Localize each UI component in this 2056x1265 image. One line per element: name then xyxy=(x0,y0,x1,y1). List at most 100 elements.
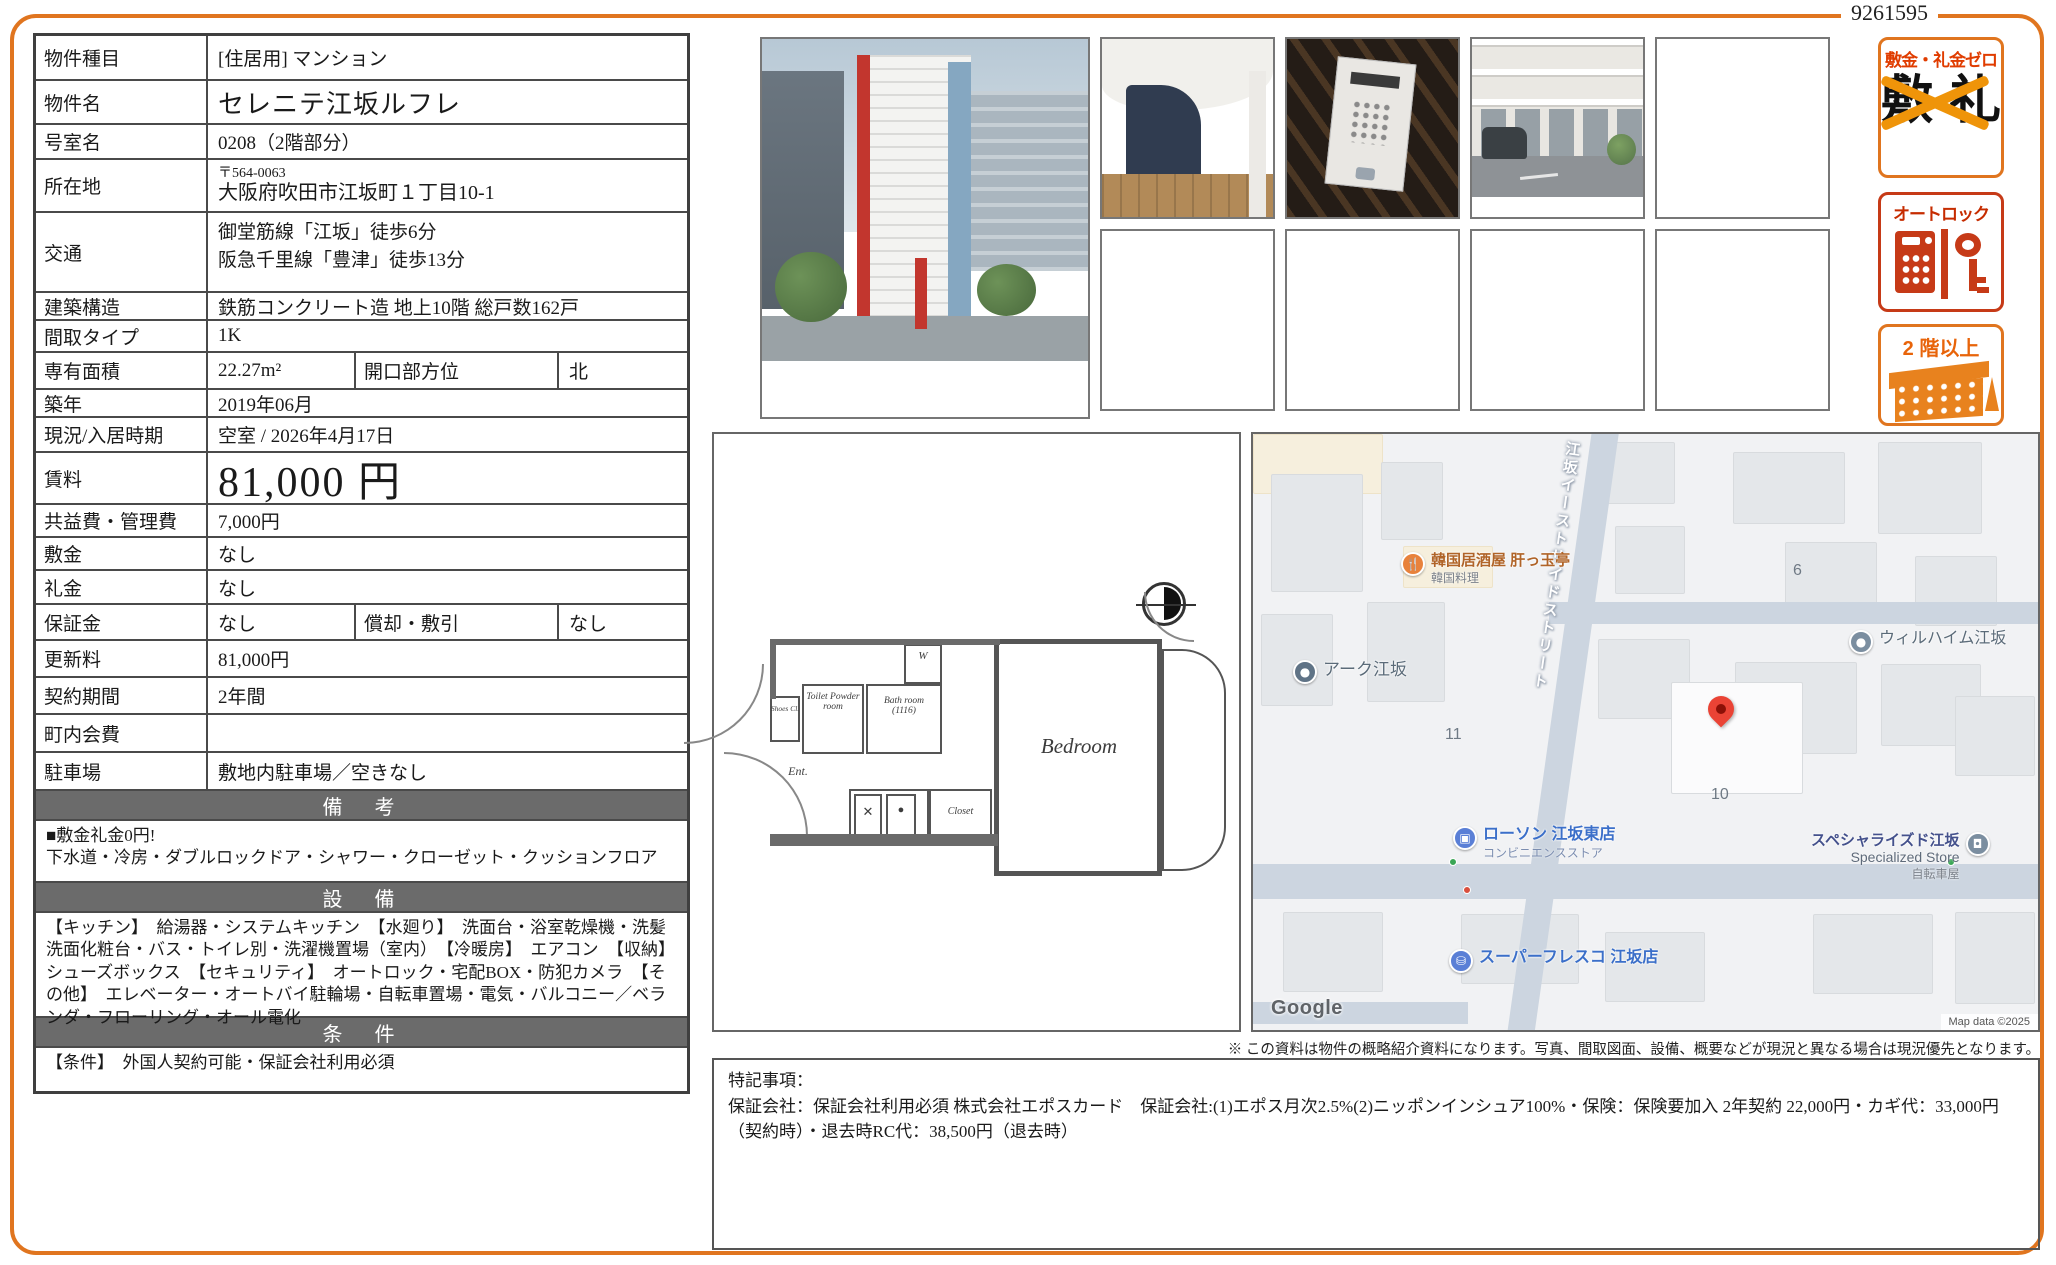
row-label: 築年 xyxy=(36,390,208,416)
row-value: なし xyxy=(208,538,687,569)
badge-label: 2 階以上 xyxy=(1881,332,2001,361)
building-icon xyxy=(1881,363,2001,425)
row-label: 礼金 xyxy=(36,571,208,603)
transit-info: 御堂筋線「江坂」徒歩6分 阪急千里線「豊津」徒歩13分 xyxy=(208,213,687,276)
badge-no-deposit-no-key-money: 敷金・礼金ゼロ 敷 礼 xyxy=(1878,37,2004,178)
row-value: なし xyxy=(208,572,687,603)
address-cell: 〒564-0063 大阪府吹田市江坂町１丁目10-1 xyxy=(208,164,687,206)
bedroom-label: Bedroom xyxy=(1014,734,1144,759)
poi-label: ウィルハイム江坂 xyxy=(1879,630,2006,648)
poi-label: 韓国居酒屋 肝っ玉亭 xyxy=(1431,552,1570,569)
bath-room xyxy=(866,684,942,754)
poi-lawson: ▣ ローソン 江坂東店 コンビニエンスストア xyxy=(1453,826,1615,861)
table-row: 町内会費 xyxy=(36,715,687,753)
empty-photo-frame xyxy=(1470,229,1645,411)
remarks-text: ■敷金礼金0円! 下水道・冷房・ダブルロックドア・シャワー・クローゼット・クッシ… xyxy=(36,821,668,874)
row-label: 専有面積 xyxy=(36,353,208,388)
poi-sublabel: 自転車屋 xyxy=(1811,865,1960,882)
row-value: 7,000円 xyxy=(208,505,687,536)
property-info-table: 物件種目 [住居用] マンション 物件名 セレニテ江坂ルフレ 号室名 0208（… xyxy=(33,33,690,1094)
row-label: 号室名 xyxy=(36,125,208,158)
row-value: 北 xyxy=(559,355,687,386)
table-row: 所在地 〒564-0063 大阪府吹田市江坂町１丁目10-1 xyxy=(36,160,687,213)
table-row: 保証金 なし 償却・敷引 なし xyxy=(36,605,687,641)
table-row: 号室名 0208（2階部分） xyxy=(36,125,687,160)
notes-body: 保証会社：保証会社利用必須 株式会社エポスカード 保証会社:(1)エポス月次2.… xyxy=(728,1097,1999,1142)
table-row: 賃料 81,000 円 xyxy=(36,453,687,505)
row-value: なし xyxy=(559,607,687,638)
row-value: [住居用] マンション xyxy=(208,42,687,73)
empty-photo-frame xyxy=(1100,229,1275,411)
row-label: 建築構造 xyxy=(36,293,208,319)
poi-specialized: スペシャライズド江坂 Specialized Store 自転車屋 ◘ xyxy=(1811,832,1990,882)
row-label: 更新料 xyxy=(36,641,208,676)
remarks-content-row: ■敷金礼金0円! 下水道・冷房・ダブルロックドア・シャワー・クローゼット・クッシ… xyxy=(36,821,687,883)
main-exterior-photo xyxy=(760,37,1090,419)
conditions-text: 【条件】 外国人契約可能・保証会社利用必須 xyxy=(36,1048,405,1078)
table-row: 礼金 なし xyxy=(36,571,687,605)
row-value: 敷地内駐車場／空きなし xyxy=(208,756,687,787)
poi-ark-esaka: ● アーク江坂 xyxy=(1293,660,1407,684)
rent-amount: 81,000 円 xyxy=(208,446,687,511)
map-attribution: Map data ©2025 xyxy=(1941,1014,2039,1030)
lobby-image xyxy=(1102,39,1273,217)
washer-label: W xyxy=(904,650,942,662)
notes-title: 特記事項： xyxy=(728,1071,813,1090)
shopping-icon: ◘ xyxy=(1966,832,1990,856)
conditions-content-row: 【条件】 外国人契約可能・保証会社利用必須 xyxy=(36,1048,687,1091)
postal-code: 〒564-0063 xyxy=(218,166,677,181)
table-row: 建築構造 鉄筋コンクリート造 地上10階 総戸数162戸 xyxy=(36,293,687,321)
row-value xyxy=(208,731,687,735)
wall xyxy=(770,834,998,846)
row-value: 1K xyxy=(208,323,687,349)
intercom-photo xyxy=(1285,37,1460,219)
address: 大阪府吹田市江坂町１丁目10-1 xyxy=(218,182,677,205)
row-label: 開口部方位 xyxy=(354,353,559,388)
empty-photo-frame xyxy=(1285,229,1460,411)
balcony xyxy=(1162,649,1226,871)
poi-label: スーパーフレスコ 江坂店 xyxy=(1479,949,1658,967)
document-number: 9261595 xyxy=(1841,0,1938,26)
block-number: 10 xyxy=(1711,786,1729,804)
table-row: 交通 御堂筋線「江坂」徒歩6分 阪急千里線「豊津」徒歩13分 xyxy=(36,213,687,293)
table-row: 物件名 セレニテ江坂ルフレ xyxy=(36,81,687,125)
convenience-store-icon: ▣ xyxy=(1453,826,1477,850)
row-label: 償却・敷引 xyxy=(354,605,559,639)
entrance-driveway-photo xyxy=(1470,37,1645,219)
poi-wilheim-esaka: ● ウィルハイム江坂 xyxy=(1849,630,2006,654)
row-value: 22.27m² xyxy=(208,358,354,384)
restaurant-icon: 🍴 xyxy=(1401,552,1425,576)
shoes-label: Shoes Cl. xyxy=(770,704,800,713)
row-label: 交通 xyxy=(36,213,208,291)
row-value: 2019年06月 xyxy=(208,388,687,419)
google-logo: Google xyxy=(1271,997,1343,1020)
stove-x-icon: ✕ xyxy=(854,804,882,820)
badge-label: 敷金・礼金ゼロ xyxy=(1881,46,2001,71)
building-exterior-image xyxy=(762,39,1088,361)
row-value: なし xyxy=(208,607,354,638)
row-label: 敷金 xyxy=(36,538,208,569)
special-notes-box: 特記事項： 保証会社：保証会社利用必須 株式会社エポスカード 保証会社:(1)エ… xyxy=(712,1058,2040,1250)
row-label: 保証金 xyxy=(36,605,208,639)
poi-super-fresco: ⛁ スーパーフレスコ 江坂店 xyxy=(1449,949,1658,973)
row-label: 契約期間 xyxy=(36,678,208,713)
table-row: 物件種目 [住居用] マンション xyxy=(36,36,687,81)
row-label: 現況/入居時期 xyxy=(36,418,208,451)
bath-label: Bath room (1116) xyxy=(872,696,936,716)
floor-plan: Bedroom W Toilet Powder room Bath room (… xyxy=(712,432,1241,1032)
poi-label: ローソン 江坂東店 xyxy=(1483,826,1615,844)
row-label: 駐車場 xyxy=(36,753,208,789)
outer-door-arc xyxy=(684,664,764,744)
table-row: 築年 2019年06月 xyxy=(36,390,687,418)
supermarket-icon: ⛁ xyxy=(1449,949,1473,973)
poi-label: アーク江坂 xyxy=(1323,660,1407,680)
poi-sublabel: 韓国料理 xyxy=(1431,569,1570,586)
poi-sublabel: コンビニエンスストア xyxy=(1483,844,1615,861)
equipment-text: 【キッチン】 給湯器・システムキッチン 【水廻り】 洗面台・浴室乾燥機・洗髪洗面… xyxy=(36,913,687,1033)
badge-second-floor-or-above: 2 階以上 xyxy=(1878,324,2004,426)
traffic-light-icon xyxy=(1463,886,1471,894)
section-header-remarks: 備 考 xyxy=(36,791,687,821)
row-label: 間取タイプ xyxy=(36,321,208,351)
row-value: 0208（2階部分） xyxy=(208,126,687,157)
wall xyxy=(770,639,1000,645)
